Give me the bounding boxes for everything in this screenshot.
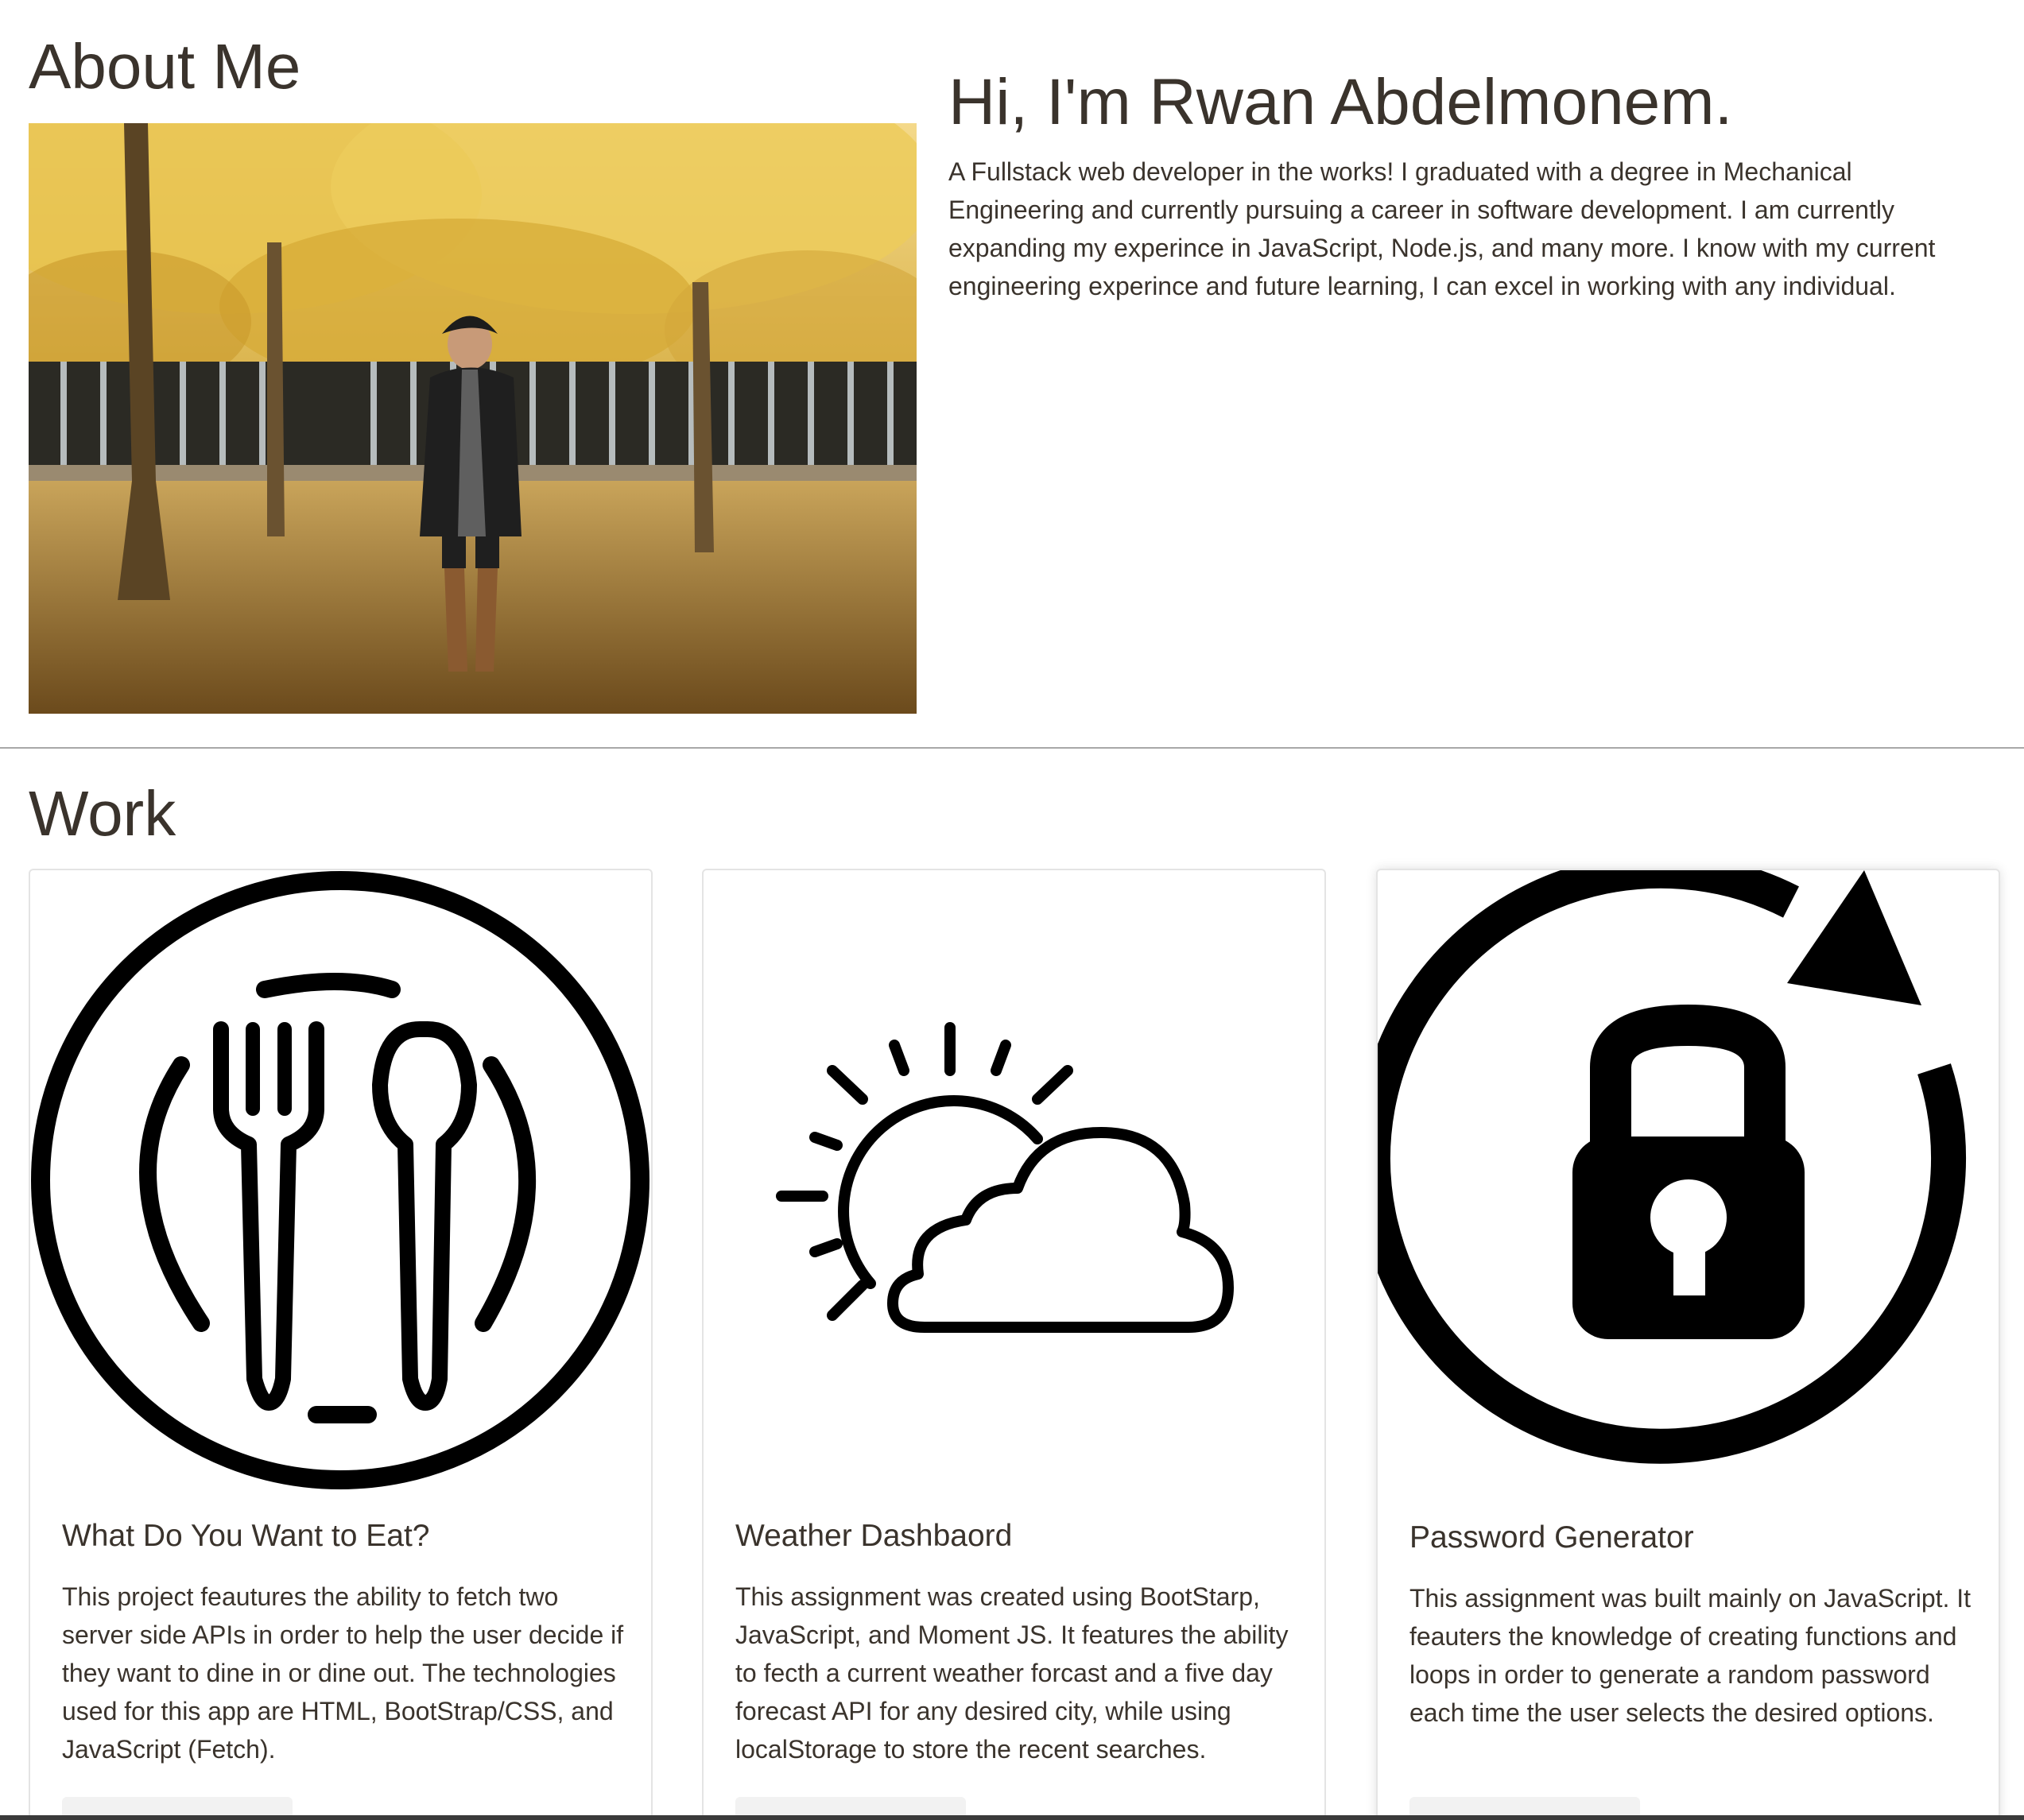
bio-text: A Fullstack web developer in the works! …	[948, 157, 1936, 300]
sun-cloud-icon	[704, 870, 1324, 1491]
about-section: About Me Hi, I'm Rwan Abdelmonem. A Full…	[0, 0, 2024, 749]
project-card-password[interactable]: Password Generator This assignment was b…	[1376, 869, 2000, 1820]
project-title: Weather Dashbaord	[735, 1519, 1013, 1553]
project-title: What Do You Want to Eat?	[62, 1519, 430, 1553]
window-bottom-edge	[0, 1815, 2024, 1820]
project-card-eat[interactable]: What Do You Want to Eat? This project fe…	[29, 869, 653, 1820]
greeting-heading: Hi, I'm Rwan Abdelmonem.	[948, 66, 1733, 138]
fork-spoon-plate-icon	[30, 870, 651, 1491]
work-heading: Work	[29, 778, 176, 849]
profile-photo	[29, 123, 917, 714]
autumn-portrait-image	[29, 123, 917, 714]
project-card-weather[interactable]: Weather Dashbaord This assignment was cr…	[702, 869, 1326, 1820]
project-title: Password Generator	[1409, 1520, 1694, 1555]
lock-refresh-icon	[1378, 870, 1999, 1491]
project-description: This assignment was built mainly on Java…	[1409, 1584, 1972, 1727]
portfolio-page: About Me Hi, I'm Rwan Abdelmonem. A Full…	[0, 0, 2024, 1820]
project-description: This project feautures the ability to fe…	[62, 1582, 624, 1764]
project-description: This assignment was created using BootSt…	[735, 1582, 1289, 1764]
about-heading: About Me	[29, 31, 301, 102]
